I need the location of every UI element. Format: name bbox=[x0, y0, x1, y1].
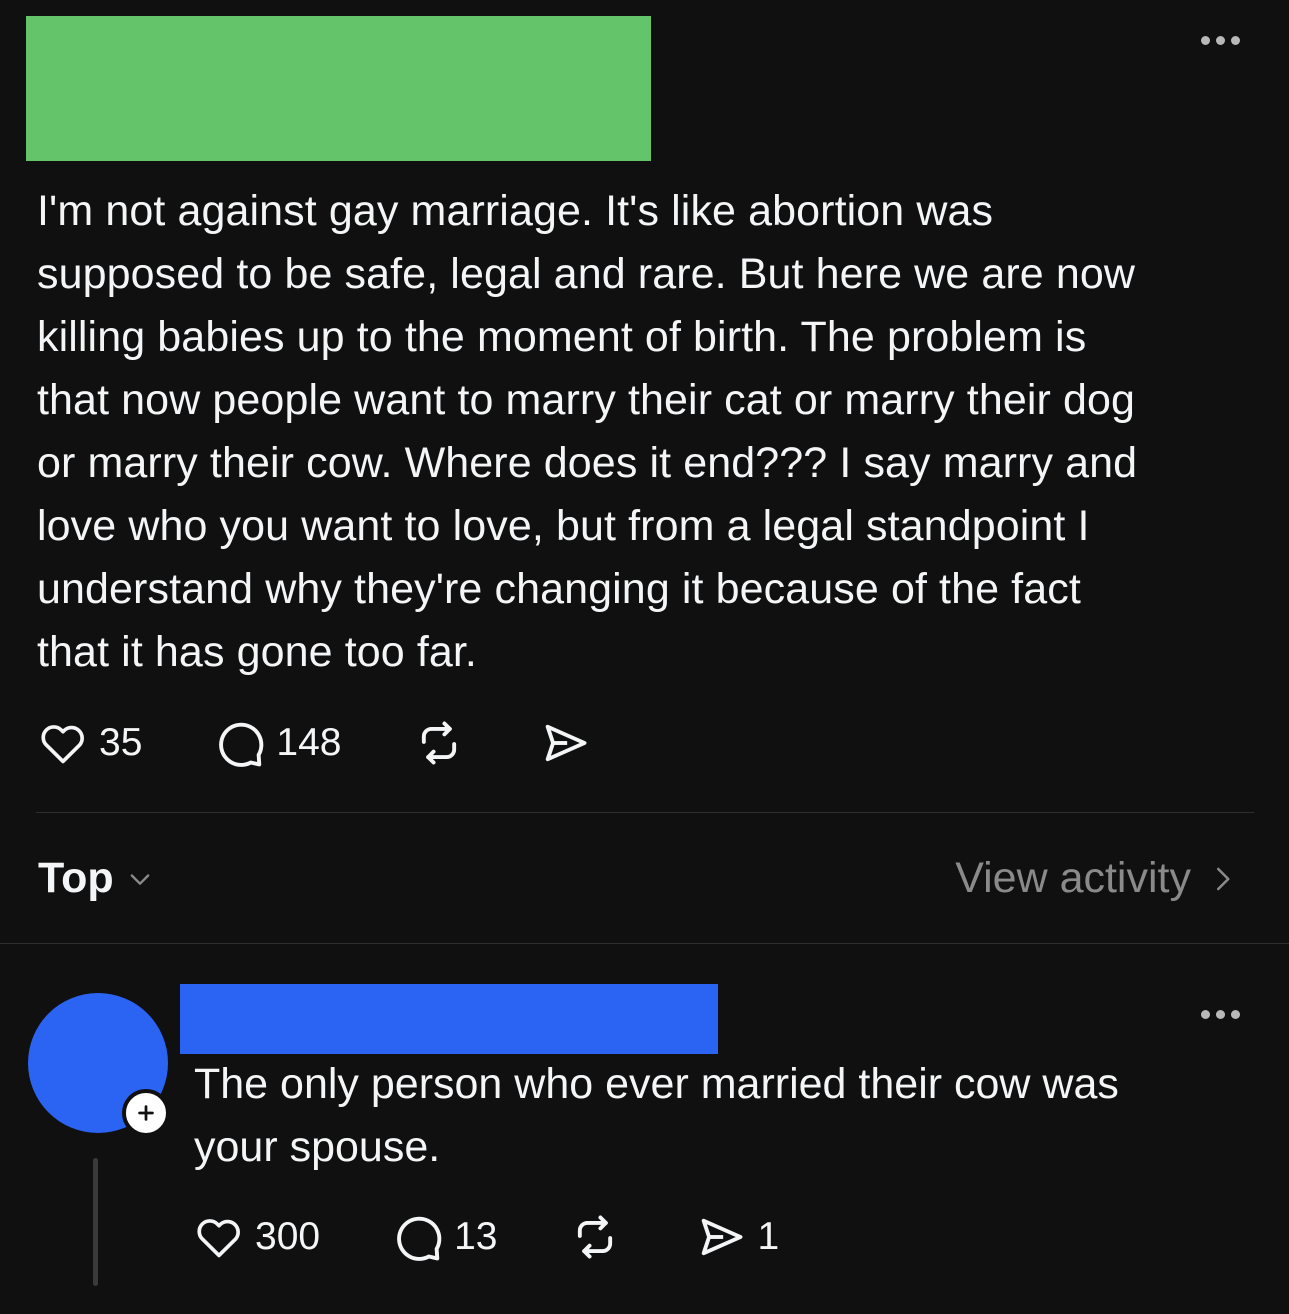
post-more-button[interactable] bbox=[1201, 36, 1240, 45]
redacted-username-block bbox=[26, 16, 651, 161]
reply-repost-button[interactable] bbox=[569, 1211, 621, 1263]
reply-more-button[interactable] bbox=[1201, 1010, 1240, 1019]
reply-actions: 300 13 1 bbox=[193, 1211, 779, 1263]
share-button[interactable] bbox=[539, 717, 591, 769]
comment-count: 148 bbox=[276, 721, 342, 764]
post-body-text: I'm not against gay marriage. It's like … bbox=[37, 187, 1138, 676]
view-activity-label: View activity bbox=[955, 854, 1191, 902]
chevron-down-icon bbox=[130, 873, 149, 885]
share-icon bbox=[702, 1218, 743, 1256]
repost-button[interactable] bbox=[413, 717, 465, 769]
like-button[interactable]: 35 bbox=[37, 717, 142, 769]
sort-label: Top bbox=[38, 854, 114, 902]
sort-dropdown[interactable]: Top bbox=[38, 854, 154, 903]
divider bbox=[36, 812, 1254, 813]
follow-button[interactable] bbox=[122, 1089, 170, 1137]
more-icon bbox=[1201, 36, 1210, 45]
redacted-username-block bbox=[180, 984, 718, 1054]
like-count: 35 bbox=[99, 721, 143, 764]
comment-button[interactable]: 148 bbox=[214, 717, 341, 769]
reply-share-count: 1 bbox=[757, 1215, 780, 1258]
share-icon bbox=[546, 724, 587, 762]
more-icon bbox=[1201, 1010, 1210, 1019]
divider bbox=[0, 943, 1289, 944]
heart-icon bbox=[197, 1219, 240, 1258]
heart-icon bbox=[41, 725, 84, 764]
comment-icon bbox=[397, 1216, 442, 1261]
reply-body-text: The only person who ever married their c… bbox=[194, 1060, 1119, 1171]
view-activity-link[interactable]: View activity bbox=[955, 854, 1237, 903]
reply-comment-button[interactable]: 13 bbox=[392, 1211, 497, 1263]
reply-like-button[interactable]: 300 bbox=[193, 1211, 320, 1263]
comment-icon bbox=[219, 722, 264, 767]
repost-icon bbox=[578, 1215, 613, 1259]
reply-like-count: 300 bbox=[255, 1215, 321, 1258]
thread-line bbox=[93, 1158, 98, 1286]
post-actions: 35 148 bbox=[37, 717, 591, 769]
reply-comment-count: 13 bbox=[454, 1215, 498, 1258]
reply-share-button[interactable]: 1 bbox=[695, 1211, 779, 1263]
chevron-right-icon bbox=[1217, 867, 1230, 890]
follow-plus-icon bbox=[138, 1105, 154, 1121]
repost-icon bbox=[422, 721, 457, 765]
